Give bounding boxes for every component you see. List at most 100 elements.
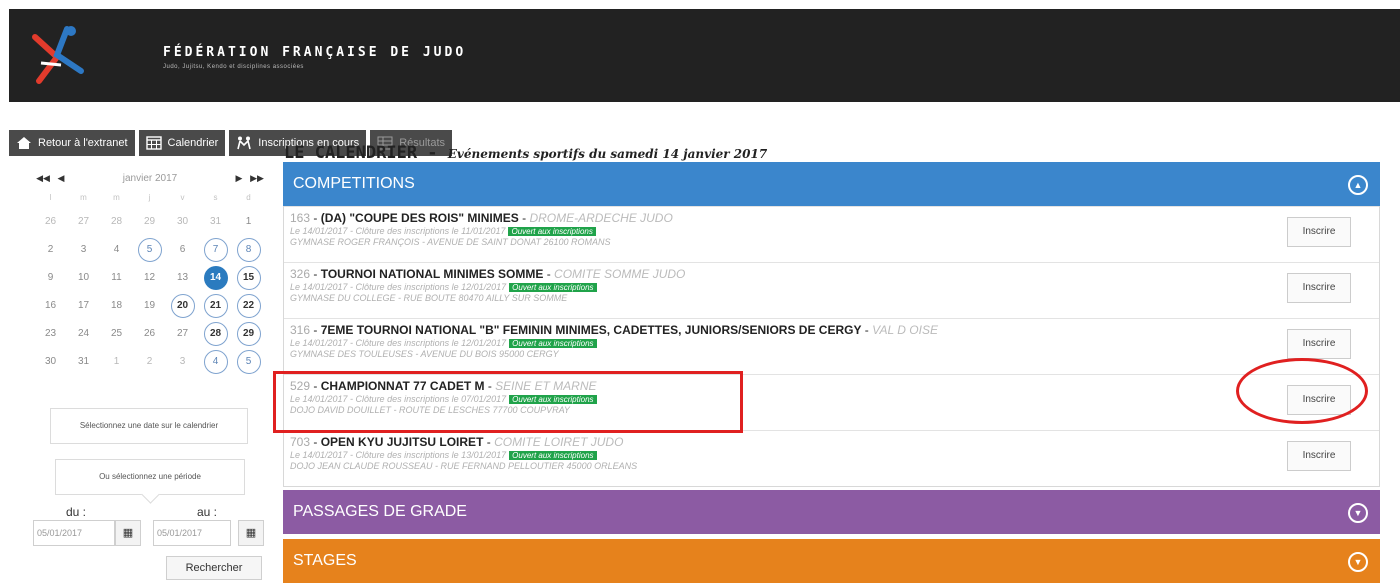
day-number: 25 (110, 328, 123, 339)
calendar-icon: ▦ (245, 527, 257, 539)
day-number: 27 (77, 216, 90, 227)
calendar-day[interactable]: 30 (34, 349, 67, 375)
calendar-day[interactable]: 18 (100, 293, 133, 319)
calendar-day[interactable]: 9 (34, 265, 67, 291)
calendar-day[interactable]: 4 (100, 237, 133, 263)
next-year-button[interactable]: ▶▶ (248, 173, 266, 184)
calendar-day[interactable]: 6 (166, 237, 199, 263)
competition-name[interactable]: CHAMPIONNAT 77 CADET M (321, 379, 485, 393)
calendar-day-event[interactable]: 8 (232, 237, 265, 263)
day-number: 14 (203, 266, 228, 290)
calendar-day[interactable]: 11 (100, 265, 133, 291)
section-stages[interactable]: STAGES ▼ (283, 539, 1380, 583)
competition-club: DROME-ARDECHE JUDO (529, 211, 673, 225)
competition-heading: 326 - TOURNOI NATIONAL MINIMES SOMME - C… (290, 267, 686, 281)
calendar-day[interactable]: 29 (133, 209, 166, 235)
calendar-day-event[interactable]: 28 (199, 321, 232, 347)
calendar-day[interactable]: 26 (34, 209, 67, 235)
calendar-day[interactable]: 31 (67, 349, 100, 375)
day-number: 15 (236, 266, 261, 290)
calendar-day[interactable]: 16 (34, 293, 67, 319)
from-date-input[interactable]: 05/01/2017 (33, 520, 115, 546)
calendar-day[interactable]: 24 (67, 321, 100, 347)
competition-dates: Le 14/01/2017 - Clôture des inscriptions… (290, 394, 1379, 405)
calendar-day[interactable]: 12 (133, 265, 166, 291)
status-badge: Ouvert aux inscriptions (508, 227, 596, 236)
next-month-button[interactable]: ▶ (230, 173, 248, 184)
calendar-day[interactable]: 28 (100, 209, 133, 235)
day-number: 31 (77, 356, 90, 367)
calendar-day[interactable]: 2 (133, 349, 166, 375)
calendar-day[interactable]: 3 (67, 237, 100, 263)
competition-name[interactable]: TOURNOI NATIONAL MINIMES SOMME (321, 267, 544, 281)
collapse-up-icon[interactable]: ▲ (1348, 175, 1368, 195)
competition-name[interactable]: OPEN KYU JUJITSU LOIRET (321, 435, 484, 449)
expand-down-icon[interactable]: ▼ (1348, 503, 1368, 523)
calendar-day-event[interactable]: 4 (199, 349, 232, 375)
to-calendar-button[interactable]: ▦ (238, 520, 264, 546)
day-number: 3 (80, 244, 87, 255)
competition-dates: Le 14/01/2017 - Clôture des inscriptions… (290, 282, 1379, 293)
calendar-day[interactable]: 13 (166, 265, 199, 291)
day-number: 28 (110, 216, 123, 227)
competition-heading: 529 - CHAMPIONNAT 77 CADET M - SEINE ET … (290, 379, 597, 393)
prev-month-button[interactable]: ◀ (52, 173, 70, 184)
expand-down-icon[interactable]: ▼ (1348, 552, 1368, 572)
competition-venue: GYMNASE ROGER FRANÇOIS - AVENUE DE SAINT… (290, 237, 611, 247)
inscrire-button[interactable]: Inscrire (1287, 441, 1351, 471)
from-calendar-button[interactable]: ▦ (115, 520, 141, 546)
day-number: 4 (113, 244, 120, 255)
day-number: 31 (209, 216, 222, 227)
competition-number: 529 (290, 379, 311, 393)
competition-name[interactable]: (DA) "COUPE DES ROIS" MINIMES (321, 211, 519, 225)
calendar-icon: ▦ (122, 527, 134, 539)
calendar-day[interactable]: 1 (100, 349, 133, 375)
calendar-day[interactable]: 27 (67, 209, 100, 235)
calendar-day[interactable]: 1 (232, 209, 265, 235)
calendar-header: ◀◀ ◀ janvier 2017 ▶ ▶▶ (34, 168, 266, 188)
logo-text: FF judo (22, 102, 62, 114)
nav-extranet[interactable]: Retour à l'extranet (9, 130, 135, 156)
day-number: 24 (77, 328, 90, 339)
calendar-day[interactable]: 27 (166, 321, 199, 347)
section-passages-de-grade[interactable]: PASSAGES DE GRADE ▼ (283, 490, 1380, 534)
competition-venue: DOJO DAVID DOUILLET - ROUTE DE LESCHES 7… (290, 405, 570, 415)
calendar-day[interactable]: 30 (166, 209, 199, 235)
calendar-day[interactable]: 19 (133, 293, 166, 319)
ffjudo-logo-icon[interactable] (27, 23, 97, 93)
nav-calendrier[interactable]: Calendrier (138, 130, 226, 156)
calendar-day[interactable]: 31 (199, 209, 232, 235)
competition-heading: 703 - OPEN KYU JUJITSU LOIRET - COMITE L… (290, 435, 624, 449)
calendar-day[interactable]: 10 (67, 265, 100, 291)
competition-name[interactable]: 7EME TOURNOI NATIONAL "B" FEMININ MINIME… (321, 323, 862, 337)
prev-year-button[interactable]: ◀◀ (34, 173, 52, 184)
calendar-day-selected[interactable]: 14 (199, 265, 232, 291)
inscrire-button[interactable]: Inscrire (1287, 385, 1351, 415)
competition-heading: 316 - 7EME TOURNOI NATIONAL "B" FEMININ … (290, 323, 938, 337)
weekday-label: s (213, 193, 218, 202)
calendar-day-event[interactable]: 21 (199, 293, 232, 319)
day-number: 17 (77, 300, 90, 311)
day-number: 1 (245, 216, 252, 227)
inscrire-button[interactable]: Inscrire (1287, 273, 1351, 303)
calendar-day-event[interactable]: 22 (232, 293, 265, 319)
calendar-day-event[interactable]: 5 (232, 349, 265, 375)
calendar-day[interactable]: 17 (67, 293, 100, 319)
calendar-day[interactable]: 23 (34, 321, 67, 347)
section-competitions[interactable]: COMPETITIONS ▲ (283, 162, 1380, 206)
calendar-day-event[interactable]: 5 (133, 237, 166, 263)
calendar-day-event[interactable]: 29 (232, 321, 265, 347)
inscrire-button[interactable]: Inscrire (1287, 329, 1351, 359)
calendar-day[interactable]: 25 (100, 321, 133, 347)
calendar-day-event[interactable]: 7 (199, 237, 232, 263)
inscrire-button[interactable]: Inscrire (1287, 217, 1351, 247)
calendar-day[interactable]: 3 (166, 349, 199, 375)
page-title: LE CALENDRIER - Evénements sportifs du s… (284, 143, 767, 163)
calendar-day-event[interactable]: 15 (232, 265, 265, 291)
calendar-day[interactable]: 2 (34, 237, 67, 263)
competition-dates: Le 14/01/2017 - Clôture des inscriptions… (290, 338, 1379, 349)
to-date-input[interactable]: 05/01/2017 (153, 520, 231, 546)
calendar-day[interactable]: 26 (133, 321, 166, 347)
search-button[interactable]: Rechercher (166, 556, 262, 580)
calendar-day-event[interactable]: 20 (166, 293, 199, 319)
